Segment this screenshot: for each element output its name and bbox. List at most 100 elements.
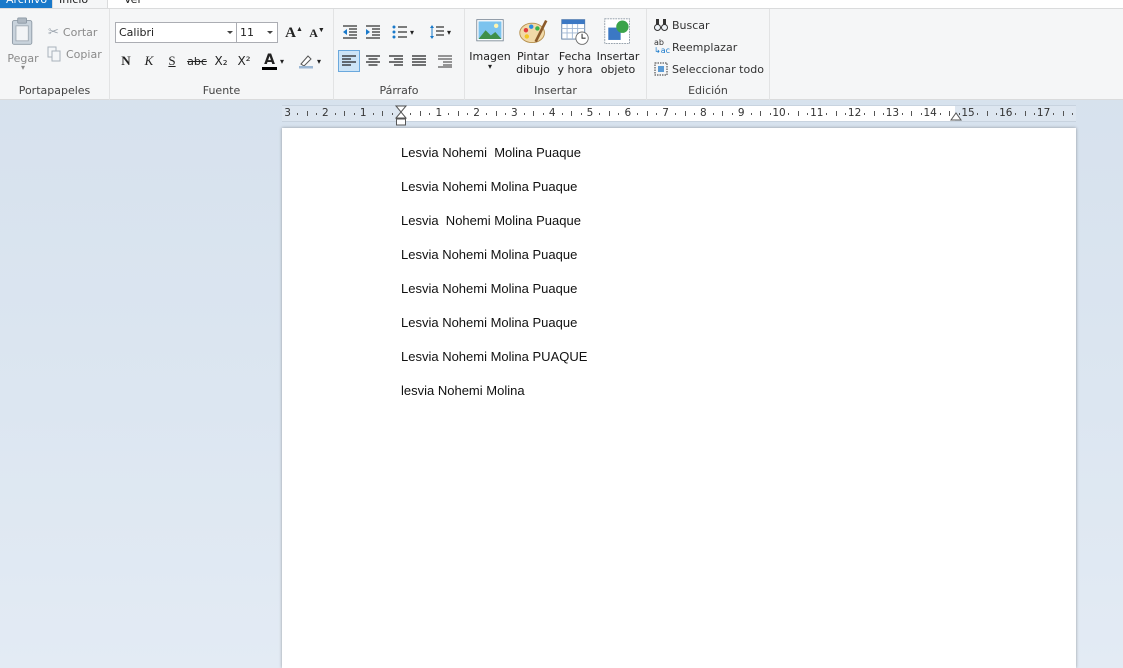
italic-button[interactable]: K: [138, 50, 160, 72]
grow-font-button[interactable]: A▲: [283, 22, 305, 44]
insert-object-button[interactable]: Insertar objeto: [596, 17, 640, 76]
cut-button[interactable]: ✂ Cortar: [48, 22, 97, 42]
chevron-down-icon: ▾: [317, 56, 322, 66]
document-line[interactable]: Lesvia Nohemi Molina Puaque: [401, 145, 581, 160]
paste-button[interactable]: Pegar ▾: [6, 15, 40, 72]
line-spacing-button[interactable]: ▾: [424, 21, 456, 43]
ruler-tick: [523, 113, 525, 115]
ruler-tick: [457, 111, 459, 116]
ruler-tick: [542, 113, 544, 115]
increase-indent-button[interactable]: [362, 21, 384, 43]
shrink-font-icon: A▼: [309, 25, 325, 40]
align-center-button[interactable]: [362, 50, 384, 72]
ruler-tick: [315, 113, 317, 115]
group-label-editing: Edición: [688, 84, 728, 97]
document-line[interactable]: Lesvia Nohemi Molina PUAQUE: [401, 349, 587, 364]
paragraph-icon: [438, 54, 452, 68]
bold-button[interactable]: N: [115, 50, 137, 72]
document-line[interactable]: Lesvia Nohemi Molina Puaque: [401, 281, 577, 296]
paint-label-1: Pintar: [517, 50, 549, 63]
document-line[interactable]: Lesvia Nohemi Molina Puaque: [401, 315, 577, 330]
replace-label: Reemplazar: [672, 40, 738, 54]
ruler-number: 9: [737, 107, 745, 119]
ruler-number: 14: [923, 107, 937, 119]
ruler-tick: [344, 111, 346, 116]
font-family-select[interactable]: Calibri: [115, 22, 238, 43]
document-line[interactable]: Lesvia Nohemi Molina Puaque: [401, 179, 577, 194]
replace-icon: ab ↳ac: [654, 38, 671, 55]
insert-image-button[interactable]: Imagen ▾: [469, 17, 511, 71]
horizontal-ruler[interactable]: 3 2 1 1 2 3 4 5 6 7 8 9 10 11 12 13 14 15 16 17: [282, 105, 1076, 126]
font-size-select[interactable]: 11: [236, 22, 278, 43]
group-label-insert: Insertar: [534, 84, 577, 97]
ruler-tick: [1015, 113, 1017, 115]
ruler-tick: [731, 113, 733, 115]
align-left-button[interactable]: [338, 50, 360, 72]
group-insert: Imagen ▾ Pintar dibujo Fecha y hora Inse…: [465, 9, 647, 100]
font-color-icon: A: [262, 53, 277, 70]
ruler-tick: [712, 113, 714, 115]
ruler-tick: [495, 111, 497, 116]
ruler-tick: [306, 111, 308, 116]
datetime-label-1: Fecha: [558, 50, 592, 63]
group-paragraph: ▾ ▾ Párrafo: [334, 9, 465, 100]
ruler-number: 7: [662, 107, 669, 119]
align-left-icon: [342, 55, 356, 66]
ruler-tick: [797, 111, 799, 116]
tab-file[interactable]: Archivo: [0, 0, 52, 8]
copy-button[interactable]: Copiar: [46, 44, 102, 64]
document-line[interactable]: Lesvia Nohemi Molina Puaque: [401, 247, 577, 262]
tab-view[interactable]: Ver: [118, 0, 154, 8]
ruler-tick: [939, 113, 941, 115]
bullets-button[interactable]: ▾: [387, 21, 419, 43]
clipboard-icon: [11, 17, 33, 45]
ruler-tick: [750, 113, 752, 115]
cut-label: Cortar: [62, 25, 98, 39]
ruler-tick: [675, 113, 677, 115]
ruler-tick: [901, 113, 903, 115]
align-right-icon: [389, 55, 403, 66]
ruler-tick: [391, 113, 393, 115]
date-time-button[interactable]: Fecha y hora: [556, 17, 594, 76]
document-line[interactable]: lesvia Nohemi Molina: [401, 383, 525, 398]
ruler-tick: [986, 111, 988, 116]
justify-button[interactable]: [408, 50, 430, 72]
replace-button[interactable]: ab ↳ac Reemplazar: [654, 37, 737, 57]
paragraph-settings-button[interactable]: [434, 50, 456, 72]
decrease-indent-button[interactable]: [339, 21, 361, 43]
find-button[interactable]: Buscar: [654, 15, 710, 35]
chevron-down-icon: ▾: [446, 27, 451, 37]
chevron-down-icon: ▾: [280, 56, 285, 66]
ruler-number: 10: [772, 107, 786, 119]
ribbon: Pegar ▾ ✂ Cortar Copiar Portapapeles Cal…: [0, 8, 1123, 100]
binoculars-icon: [654, 19, 668, 31]
subscript-button[interactable]: X₂: [210, 50, 232, 72]
select-all-button[interactable]: Seleccionar todo: [654, 59, 764, 79]
bullet-list-icon: [392, 25, 407, 39]
paint-drawing-button[interactable]: Pintar dibujo: [514, 17, 552, 76]
indent-marker-icon[interactable]: [395, 105, 408, 127]
strikethrough-button[interactable]: abc: [186, 50, 208, 72]
chevron-down-icon: [227, 31, 233, 34]
underline-button[interactable]: S: [161, 50, 183, 72]
ruler-tick: [533, 111, 535, 116]
align-right-button[interactable]: [385, 50, 407, 72]
highlight-button[interactable]: ▾: [295, 50, 329, 72]
ruler-tick: [637, 113, 639, 115]
ruler-tick: [1034, 113, 1036, 115]
copy-icon: [47, 46, 61, 62]
ruler-number: 13: [885, 107, 900, 119]
document-page[interactable]: Lesvia Nohemi Molina Puaque Lesvia Nohemi…: [282, 128, 1076, 668]
superscript-button[interactable]: X²: [233, 50, 255, 72]
ruler-number: 3: [511, 107, 518, 119]
tab-home[interactable]: Inicio: [52, 0, 108, 8]
ruler-tick: [486, 113, 488, 115]
font-color-button[interactable]: A ▾: [259, 50, 293, 72]
shrink-font-button[interactable]: A▼: [306, 22, 328, 44]
datetime-label-2: y hora: [557, 63, 593, 76]
ruler-tick: [722, 111, 724, 116]
ruler-tick: [1071, 113, 1073, 115]
ruler-tick: [1053, 113, 1055, 115]
ruler-number: 12: [847, 107, 862, 119]
document-line[interactable]: Lesvia Nohemi Molina Puaque: [401, 213, 581, 228]
